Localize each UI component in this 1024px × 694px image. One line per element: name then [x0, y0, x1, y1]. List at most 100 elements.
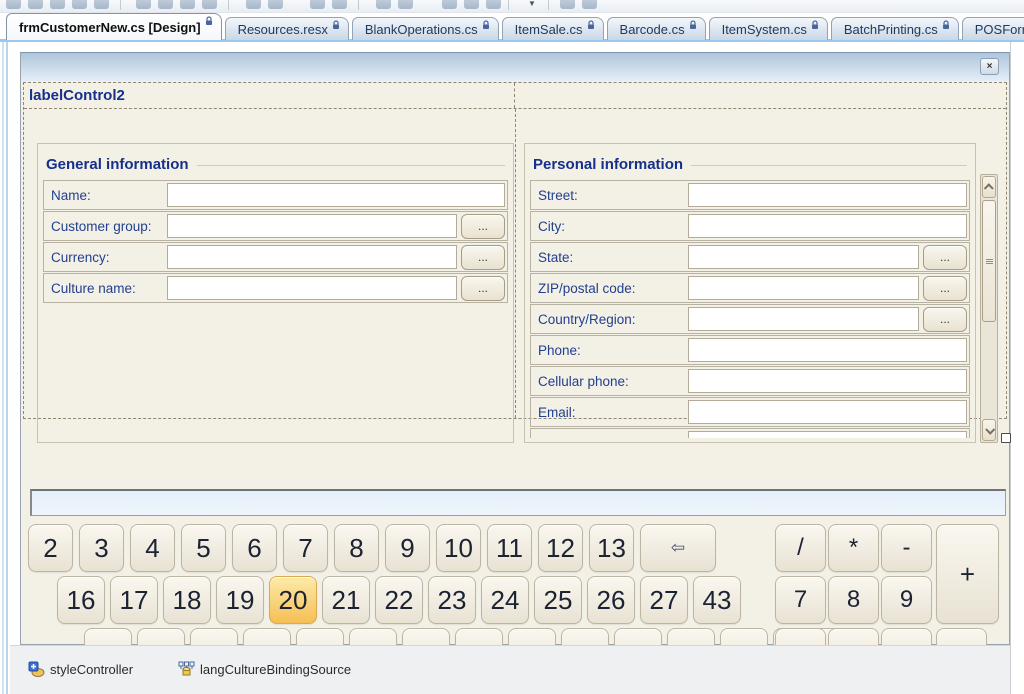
key-minus[interactable]: - — [881, 524, 932, 572]
key-19[interactable]: 19 — [216, 576, 264, 624]
key-blank[interactable] — [137, 628, 185, 645]
key-21[interactable]: 21 — [322, 576, 370, 624]
key-blank[interactable] — [561, 628, 609, 645]
personal-scrollbar[interactable] — [980, 174, 998, 443]
tab-posformsmanag[interactable]: POSFormsManag — [962, 17, 1024, 40]
key-blank[interactable] — [243, 628, 291, 645]
key-11[interactable]: 11 — [487, 524, 532, 572]
keypad-display[interactable] — [30, 489, 1006, 516]
text-input[interactable] — [688, 307, 919, 331]
tab-resources-resx[interactable]: Resources.resx — [225, 17, 349, 40]
field-row: Culture name:... — [43, 273, 508, 303]
text-input[interactable] — [688, 245, 919, 269]
tab-batchprinting-cs[interactable]: BatchPrinting.cs — [831, 17, 959, 40]
overflow-dropdown-icon[interactable]: ▼ — [528, 0, 536, 8]
text-input[interactable] — [167, 276, 457, 300]
tab-barcode-cs[interactable]: Barcode.cs — [607, 17, 706, 40]
form-resize-handle[interactable] — [1001, 433, 1011, 443]
key-6[interactable]: 6 — [232, 524, 277, 572]
key-multiply[interactable]: * — [828, 524, 879, 572]
key-blank[interactable] — [936, 628, 987, 645]
text-input[interactable] — [688, 214, 967, 238]
ellipsis-button[interactable]: ... — [461, 276, 505, 301]
key-17[interactable]: 17 — [110, 576, 158, 624]
key-9[interactable]: 9 — [385, 524, 430, 572]
lock-icon — [689, 20, 697, 30]
key-43[interactable]: 43 — [693, 576, 741, 624]
key-2[interactable]: 2 — [28, 524, 73, 572]
key-27[interactable]: 27 — [640, 576, 688, 624]
form-close-button[interactable]: × — [980, 58, 999, 75]
key-4[interactable]: 4 — [130, 524, 175, 572]
tab-itemsale-cs[interactable]: ItemSale.cs — [502, 17, 604, 40]
key-22[interactable]: 22 — [375, 576, 423, 624]
toolbar-icon-fragment — [376, 0, 391, 9]
key-24[interactable]: 24 — [481, 576, 529, 624]
scroll-thumb[interactable] — [982, 200, 996, 322]
text-input[interactable] — [688, 369, 967, 393]
key-blank[interactable] — [402, 628, 450, 645]
key-20[interactable]: 20 — [269, 576, 317, 624]
text-input[interactable] — [167, 183, 505, 207]
key-10[interactable]: 10 — [436, 524, 481, 572]
key-divide[interactable]: / — [775, 524, 826, 572]
key-7[interactable]: 7 — [775, 576, 826, 624]
tray-item-langculturebindingsource[interactable]: langCultureBindingSource — [178, 661, 351, 678]
key-blank[interactable] — [84, 628, 132, 645]
text-input[interactable] — [688, 276, 919, 300]
key-9[interactable]: 9 — [881, 576, 932, 624]
field-label: Customer group: — [46, 219, 167, 234]
text-input[interactable] — [167, 245, 457, 269]
field-row: Street: — [530, 180, 970, 210]
key-blank[interactable] — [667, 628, 715, 645]
tab-label: Resources.resx — [238, 22, 328, 37]
tab-frmcustomernew-cs-design[interactable]: frmCustomerNew.cs [Design] — [6, 13, 222, 40]
key-16[interactable]: 16 — [57, 576, 105, 624]
key-26[interactable]: 26 — [587, 576, 635, 624]
key-blank[interactable] — [455, 628, 503, 645]
key-5[interactable]: 5 — [181, 524, 226, 572]
key-blank[interactable] — [508, 628, 556, 645]
tray-item-stylecontroller[interactable]: styleController — [28, 661, 133, 678]
tab-itemsystem-cs[interactable]: ItemSystem.cs — [709, 17, 828, 40]
key-blank[interactable] — [614, 628, 662, 645]
label-control-cell[interactable]: labelControl2 — [24, 83, 515, 108]
key-23[interactable]: 23 — [428, 576, 476, 624]
scroll-down-button[interactable] — [982, 419, 996, 441]
text-input[interactable] — [688, 400, 967, 424]
toolbar-icon-fragment — [332, 0, 347, 9]
backspace-key[interactable]: ⇦ — [640, 524, 716, 572]
text-input[interactable] — [688, 338, 967, 362]
key-blank[interactable] — [775, 628, 826, 645]
key-blank[interactable] — [881, 628, 932, 645]
form-caption-bar: × — [21, 53, 1009, 81]
toolbar-icon-fragment — [136, 0, 151, 9]
key-25[interactable]: 25 — [534, 576, 582, 624]
key-8[interactable]: 8 — [828, 576, 879, 624]
tab-blankoperations-cs[interactable]: BlankOperations.cs — [352, 17, 499, 40]
key-plus[interactable]: + — [936, 524, 999, 624]
key-blank[interactable] — [296, 628, 344, 645]
key-blank[interactable] — [349, 628, 397, 645]
key-18[interactable]: 18 — [163, 576, 211, 624]
key-blank[interactable] — [828, 628, 879, 645]
key-13[interactable]: 13 — [589, 524, 634, 572]
field-label: Culture name: — [46, 281, 167, 296]
ellipsis-button[interactable]: ... — [923, 276, 967, 301]
text-input[interactable] — [688, 183, 967, 207]
key-blank[interactable] — [190, 628, 238, 645]
key-8[interactable]: 8 — [334, 524, 379, 572]
key-12[interactable]: 12 — [538, 524, 583, 572]
key-blank[interactable] — [720, 628, 768, 645]
toolbar-icon-fragment — [268, 0, 283, 9]
toolbar-icon-fragment — [486, 0, 501, 9]
ellipsis-button[interactable]: ... — [461, 245, 505, 270]
text-input[interactable] — [688, 431, 967, 438]
ellipsis-button[interactable]: ... — [923, 245, 967, 270]
ellipsis-button[interactable]: ... — [461, 214, 505, 239]
ellipsis-button[interactable]: ... — [923, 307, 967, 332]
key-3[interactable]: 3 — [79, 524, 124, 572]
key-7[interactable]: 7 — [283, 524, 328, 572]
scroll-up-button[interactable] — [982, 176, 996, 198]
text-input[interactable] — [167, 214, 457, 238]
